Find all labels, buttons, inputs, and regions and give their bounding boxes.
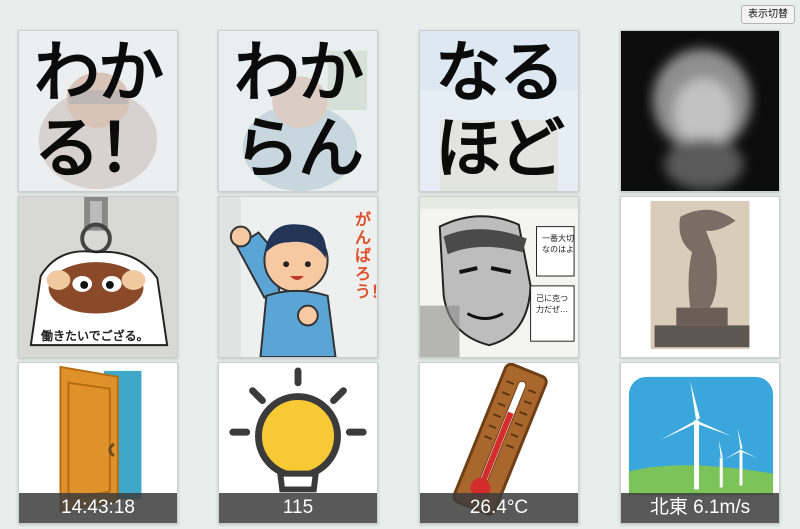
- tile-door-clock[interactable]: 14:43:18: [18, 362, 178, 524]
- reaction-text-wakaran: わか らん: [234, 34, 364, 187]
- tile-winged-victory[interactable]: [620, 196, 780, 358]
- winged-victory-statue-image: [621, 197, 779, 357]
- reaction-text-wakaru: わか る！: [34, 34, 164, 187]
- tile-naruhodo[interactable]: なる ほど: [419, 30, 579, 192]
- tile-wind-turbine[interactable]: 北東 6.1m/s: [620, 362, 780, 524]
- manga-panel-image: [420, 197, 578, 357]
- keychain-caption: 働きたいでござる。: [41, 329, 149, 343]
- temperature-readout: 26.4°C: [420, 493, 578, 523]
- tile-ganbarou[interactable]: がんばろう！: [218, 196, 378, 358]
- tile-portrait[interactable]: [620, 30, 780, 192]
- tile-wakaru[interactable]: わか る！: [18, 30, 178, 192]
- tile-manga-panel[interactable]: 一番大切なのはよ 己に克つ力だぜ…: [419, 196, 579, 358]
- clock-readout: 14:43:18: [19, 493, 177, 523]
- reaction-text-naruhodo: なる ほど: [435, 34, 565, 187]
- tile-thermometer[interactable]: 26.4°C: [419, 362, 579, 524]
- light-level-readout: 115: [219, 493, 377, 523]
- tile-light-sensor[interactable]: 115: [218, 362, 378, 524]
- display-toggle-button[interactable]: 表示切替: [741, 5, 795, 24]
- blurred-portrait-image: [621, 31, 779, 191]
- ganbarou-caption: がんばろう！: [355, 210, 377, 301]
- tile-mascot-keychain[interactable]: 働きたいでござる。: [18, 196, 178, 358]
- wind-readout: 北東 6.1m/s: [621, 493, 779, 523]
- tile-wakaran[interactable]: わか らん: [218, 30, 378, 192]
- manga-speech-bubble-2: 己に克つ力だぜ…: [536, 294, 568, 314]
- ganbarou-illustration: [219, 197, 377, 357]
- manga-speech-bubble-1: 一番大切なのはよ: [542, 234, 574, 254]
